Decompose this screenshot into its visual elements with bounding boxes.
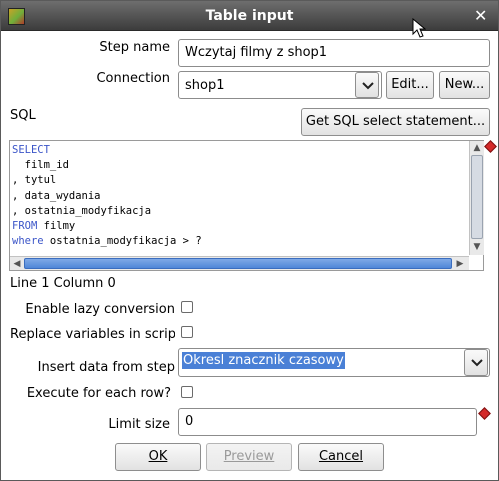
step-name-label: Step name [99,40,170,55]
insert-data-select[interactable]: Okresl znacznik czasowy [178,348,490,377]
sql-line[interactable]: , tytul [12,173,202,188]
sql-line[interactable]: , ostatnia_modyfikacja [12,204,202,219]
preview-button[interactable]: Preview [206,443,292,471]
required-indicator-icon [484,140,497,153]
new-connection-label: New... [444,77,485,92]
replace-variables-label: Replace variables in scrip [10,327,175,342]
mouse-pointer-icon [412,18,426,38]
table-input-dialog: Table input ✕ Step name Wczytaj filmy z … [0,0,499,481]
sql-text[interactable]: SELECT film_id, tytul, data_wydania, ost… [12,143,202,249]
connection-dropdown-button[interactable] [355,72,379,98]
sql-line[interactable]: SELECT [12,143,202,158]
scroll-left-icon[interactable]: ◀ [11,258,23,270]
execute-each-row-checkbox[interactable] [181,386,193,398]
sql-line[interactable]: , data_wydania [12,189,202,204]
sql-line[interactable]: film_id [12,158,202,173]
lazy-conversion-checkbox[interactable] [181,301,193,313]
connection-select[interactable]: shop1 [178,71,382,99]
cursor-position-status: Line 1 Column 0 [10,276,116,291]
insert-data-dropdown-button[interactable] [464,349,488,376]
close-icon[interactable]: ✕ [474,7,487,25]
execute-each-row-label: Execute for each row? [26,386,171,401]
new-connection-button[interactable]: New... [439,71,490,99]
limit-size-label: Limit size [108,417,170,432]
step-name-input[interactable]: Wczytaj filmy z shop1 [178,39,490,67]
get-sql-label: Get SQL select statement... [305,114,486,129]
edit-connection-label: Edit... [391,77,429,92]
insert-data-value: Okresl znacznik czasowy [182,352,345,369]
chevron-down-icon [471,359,483,367]
ok-label: OK [148,449,168,464]
preview-label: Preview [223,449,275,464]
insert-data-label: Insert data from step [37,360,175,375]
connection-label: Connection [96,71,170,86]
cancel-button[interactable]: Cancel [298,443,384,471]
sql-line[interactable]: where ostatnia_modyfikacja > ? [12,234,202,249]
scroll-down-icon[interactable]: ▼ [471,241,483,253]
scroll-up-icon[interactable]: ▲ [471,142,483,154]
lazy-conversion-label: Enable lazy conversion [25,302,175,317]
edit-connection-button[interactable]: Edit... [386,71,434,99]
chevron-down-icon [362,82,374,90]
vertical-scrollbar[interactable]: ▲ ▼ [469,141,484,255]
sql-label: SQL [10,108,36,123]
sql-line[interactable]: FROM filmy [12,219,202,234]
limit-size-input[interactable]: 0 [178,408,477,436]
sql-editor[interactable]: SELECT film_id, tytul, data_wydania, ost… [9,140,484,271]
variable-indicator-icon [478,407,491,420]
scroll-right-icon[interactable]: ▶ [454,258,466,270]
get-sql-button[interactable]: Get SQL select statement... [301,108,490,136]
connection-value: shop1 [185,78,225,93]
vertical-scroll-thumb[interactable] [471,155,483,239]
horizontal-scrollbar[interactable]: ◀ ▶ [10,256,469,270]
horizontal-scroll-thumb[interactable] [24,258,452,269]
ok-button[interactable]: OK [115,443,201,471]
replace-variables-checkbox[interactable] [181,326,193,338]
cancel-label: Cancel [318,449,364,464]
